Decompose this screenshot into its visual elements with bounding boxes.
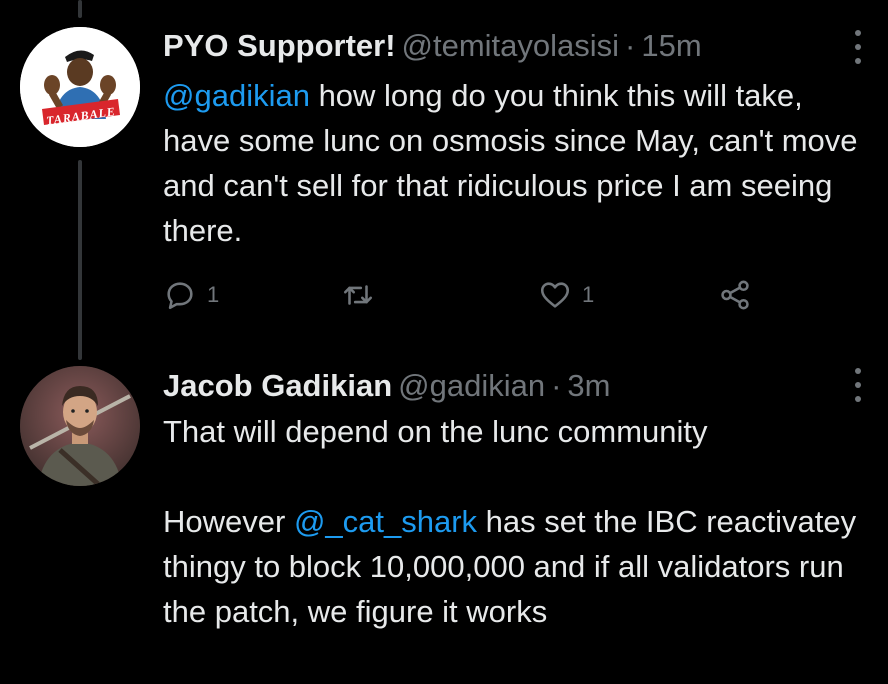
reply-icon <box>167 282 193 310</box>
cartoon-man-avatar-icon[interactable]: TARABALE <box>20 27 140 147</box>
timestamp[interactable]: 3m <box>567 368 610 403</box>
tweet-header: PYO Supporter! @temitayolasisi · 15m <box>163 26 702 66</box>
display-name[interactable]: PYO Supporter! <box>163 28 396 63</box>
tweet-actions: 1 1 <box>163 278 803 316</box>
more-options-icon-2[interactable] <box>848 368 868 402</box>
mention-link[interactable]: @_cat_shark <box>294 504 477 539</box>
timestamp[interactable]: 15m <box>641 28 701 63</box>
more-options-icon[interactable] <box>848 30 868 64</box>
heart-icon <box>540 282 570 308</box>
retweet-button[interactable] <box>341 278 375 312</box>
mention-link[interactable]: @gadikian <box>163 78 310 113</box>
tweet-body-line-1: That will depend on the lunc community <box>163 414 708 449</box>
separator-dot: · <box>625 28 636 63</box>
tweet-body-part-1: However <box>163 504 294 539</box>
like-count: 1 <box>582 282 595 307</box>
reply-button[interactable]: 1 <box>163 278 219 312</box>
share-button[interactable] <box>718 278 752 312</box>
thread-line-connector <box>78 160 82 360</box>
separator-dot: · <box>551 368 562 403</box>
tweet-text-2: That will depend on the lunc community H… <box>163 409 863 634</box>
tweet-text: @gadikian how long do you think this wil… <box>163 73 863 253</box>
thread-line-top <box>78 0 82 18</box>
share-icon <box>721 280 749 310</box>
reply-count: 1 <box>207 282 220 307</box>
tweet-header: Jacob Gadikian @gadikian · 3m <box>163 366 611 406</box>
user-handle[interactable]: @temitayolasisi <box>402 28 620 63</box>
illustrated-portrait-avatar-icon[interactable] <box>20 366 140 486</box>
like-button[interactable]: 1 <box>538 278 594 312</box>
retweet-icon <box>343 285 373 305</box>
display-name[interactable]: Jacob Gadikian <box>163 368 392 403</box>
user-handle[interactable]: @gadikian <box>398 368 545 403</box>
